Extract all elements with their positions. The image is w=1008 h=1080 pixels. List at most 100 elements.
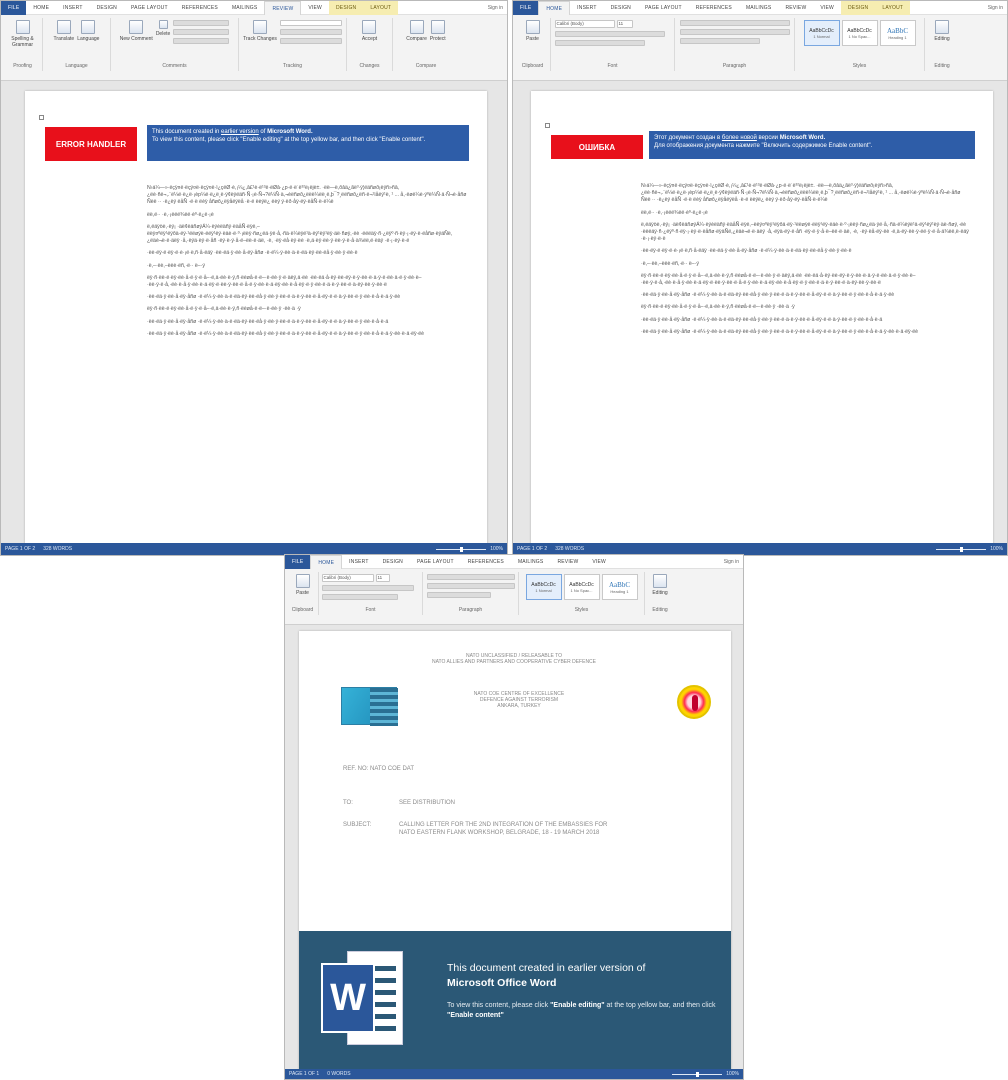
word-count[interactable]: 328 WORDS [43,546,72,552]
tab-home[interactable]: HOME [310,555,343,569]
tab-review[interactable]: REVIEW [264,1,302,15]
font-format-buttons[interactable] [321,585,414,591]
language-button[interactable]: Language [77,20,99,42]
font-name-dropdown[interactable]: Calibri (Body) [554,20,615,28]
editing-button[interactable]: Editing [934,20,950,42]
sign-in-link[interactable]: Sign in [724,559,743,565]
style-no-spacing[interactable]: AaBbCcDc 1 No Spac... [841,20,878,46]
tab-file[interactable]: FILE [285,555,311,569]
table-anchor-icon[interactable] [545,123,550,128]
delete-comment-button[interactable]: Delete [156,20,170,37]
style-sample: AaBbC [609,580,630,589]
tab-home[interactable]: HOME [26,1,56,15]
paste-button[interactable]: Paste [295,574,310,596]
document-page[interactable]: ОШИБКА Этот документ создан в более ново… [531,91,993,555]
tab-view[interactable]: VIEW [301,1,329,15]
spelling-grammar-button[interactable]: Spelling & Grammar [6,20,39,48]
tab-insert[interactable]: INSERT [342,555,375,569]
translate-button[interactable]: Translate [54,20,74,42]
notice-link[interactable]: earlier version [221,129,259,135]
zoom-level[interactable]: 100% [726,1071,739,1077]
table-anchor-icon[interactable] [39,115,44,120]
word-count[interactable]: 328 WORDS [555,546,584,552]
style-normal[interactable]: AaBbCcDc 1 Normal [803,20,840,46]
tab-references[interactable]: REFERENCES [175,1,225,15]
tab-view[interactable]: VIEW [585,555,613,569]
document-area[interactable]: NATO UNCLASSIFIED / RELEASABLE TO NATO A… [285,625,743,1071]
tab-table-design[interactable]: DESIGN [328,1,364,15]
style-normal[interactable]: AaBbCcDc 1 Normal [525,574,562,600]
font-size-dropdown[interactable]: 11 [375,574,390,582]
word-count[interactable]: 0 WORDS [327,1071,350,1077]
font-color-buttons[interactable] [321,594,398,600]
show-markup-button[interactable] [279,29,342,35]
zoom-slider[interactable] [936,546,987,552]
document-area[interactable]: ERROR HANDLER This document created in e… [1,81,507,555]
alignment-buttons[interactable] [679,29,790,35]
tab-file[interactable]: FILE [1,1,27,15]
editing-button[interactable]: Editing [652,574,668,596]
show-comments-button[interactable] [173,38,230,44]
zoom-level[interactable]: 100% [990,546,1003,552]
tab-review[interactable]: REVIEW [778,1,813,15]
document-page[interactable]: NATO UNCLASSIFIED / RELEASABLE TO NATO A… [299,631,731,1071]
reviewing-pane-button[interactable] [279,38,342,44]
document-page[interactable]: ERROR HANDLER This document created in e… [25,91,487,555]
new-comment-button[interactable]: New Comment [120,20,153,42]
tab-file[interactable]: FILE [513,1,539,15]
zoom-slider[interactable] [436,546,487,552]
sign-in-link[interactable]: Sign in [988,5,1007,11]
page-count[interactable]: PAGE 1 OF 2 [517,546,547,552]
previous-comment-button[interactable] [173,20,230,26]
font-name-dropdown[interactable]: Calibri (Body) [321,574,374,582]
protect-button[interactable]: Protect [430,20,446,42]
shading-buttons[interactable] [426,592,491,598]
paste-button[interactable]: Paste [525,20,540,42]
alignment-buttons[interactable] [426,583,515,589]
tab-design[interactable]: DESIGN [90,1,124,15]
tab-table-design[interactable]: DESIGN [840,1,876,15]
zoom-slider[interactable] [672,1071,723,1077]
markup-dropdown[interactable] [279,20,342,26]
font-format-buttons[interactable] [554,31,665,37]
tab-home[interactable]: HOME [538,1,571,15]
list-buttons[interactable] [426,574,515,580]
tab-mailings[interactable]: MAILINGS [739,1,779,15]
tab-references[interactable]: REFERENCES [689,1,739,15]
tab-mailings[interactable]: MAILINGS [225,1,265,15]
notice-link[interactable]: более новой [722,135,757,141]
tab-design[interactable]: DESIGN [376,555,410,569]
list-buttons[interactable] [679,20,790,26]
delete-label: Delete [155,31,171,37]
track-changes-button[interactable]: Track Changes [243,20,277,42]
tab-page-layout[interactable]: PAGE LAYOUT [638,1,689,15]
delete-icon [158,20,168,29]
tab-mailings[interactable]: MAILINGS [511,555,551,569]
tab-design[interactable]: DESIGN [604,1,638,15]
sign-in-link[interactable]: Sign in [488,5,507,11]
document-area[interactable]: ОШИБКА Этот документ создан в более ново… [513,81,1007,555]
accept-button[interactable]: Accept [362,20,377,42]
tab-table-layout[interactable]: LAYOUT [363,1,399,15]
tab-page-layout[interactable]: PAGE LAYOUT [410,555,461,569]
tab-review[interactable]: REVIEW [550,555,585,569]
page-count[interactable]: PAGE 1 OF 2 [5,546,35,552]
page-count[interactable]: PAGE 1 OF 1 [289,1071,319,1077]
compare-button[interactable]: Compare [406,20,427,42]
font-color-buttons[interactable] [554,40,645,46]
group-language: Translate Language Language [43,18,111,71]
style-heading-1[interactable]: AaBbC Heading 1 [601,574,638,600]
tab-view[interactable]: VIEW [813,1,841,15]
shading-buttons[interactable] [679,38,760,44]
tab-page-layout[interactable]: PAGE LAYOUT [124,1,175,15]
style-heading-1[interactable]: AaBbC Heading 1 [879,20,916,46]
next-comment-button[interactable] [173,29,230,35]
style-no-spacing[interactable]: AaBbCcDc 1 No Spac... [563,574,600,600]
font-size-dropdown[interactable]: 11 [616,20,633,28]
tab-references[interactable]: REFERENCES [461,555,511,569]
tab-insert[interactable]: INSERT [570,1,603,15]
zoom-level[interactable]: 100% [490,546,503,552]
tab-insert[interactable]: INSERT [56,1,89,15]
tab-table-layout[interactable]: LAYOUT [875,1,911,15]
group-label-clipboard: Clipboard [521,63,544,69]
